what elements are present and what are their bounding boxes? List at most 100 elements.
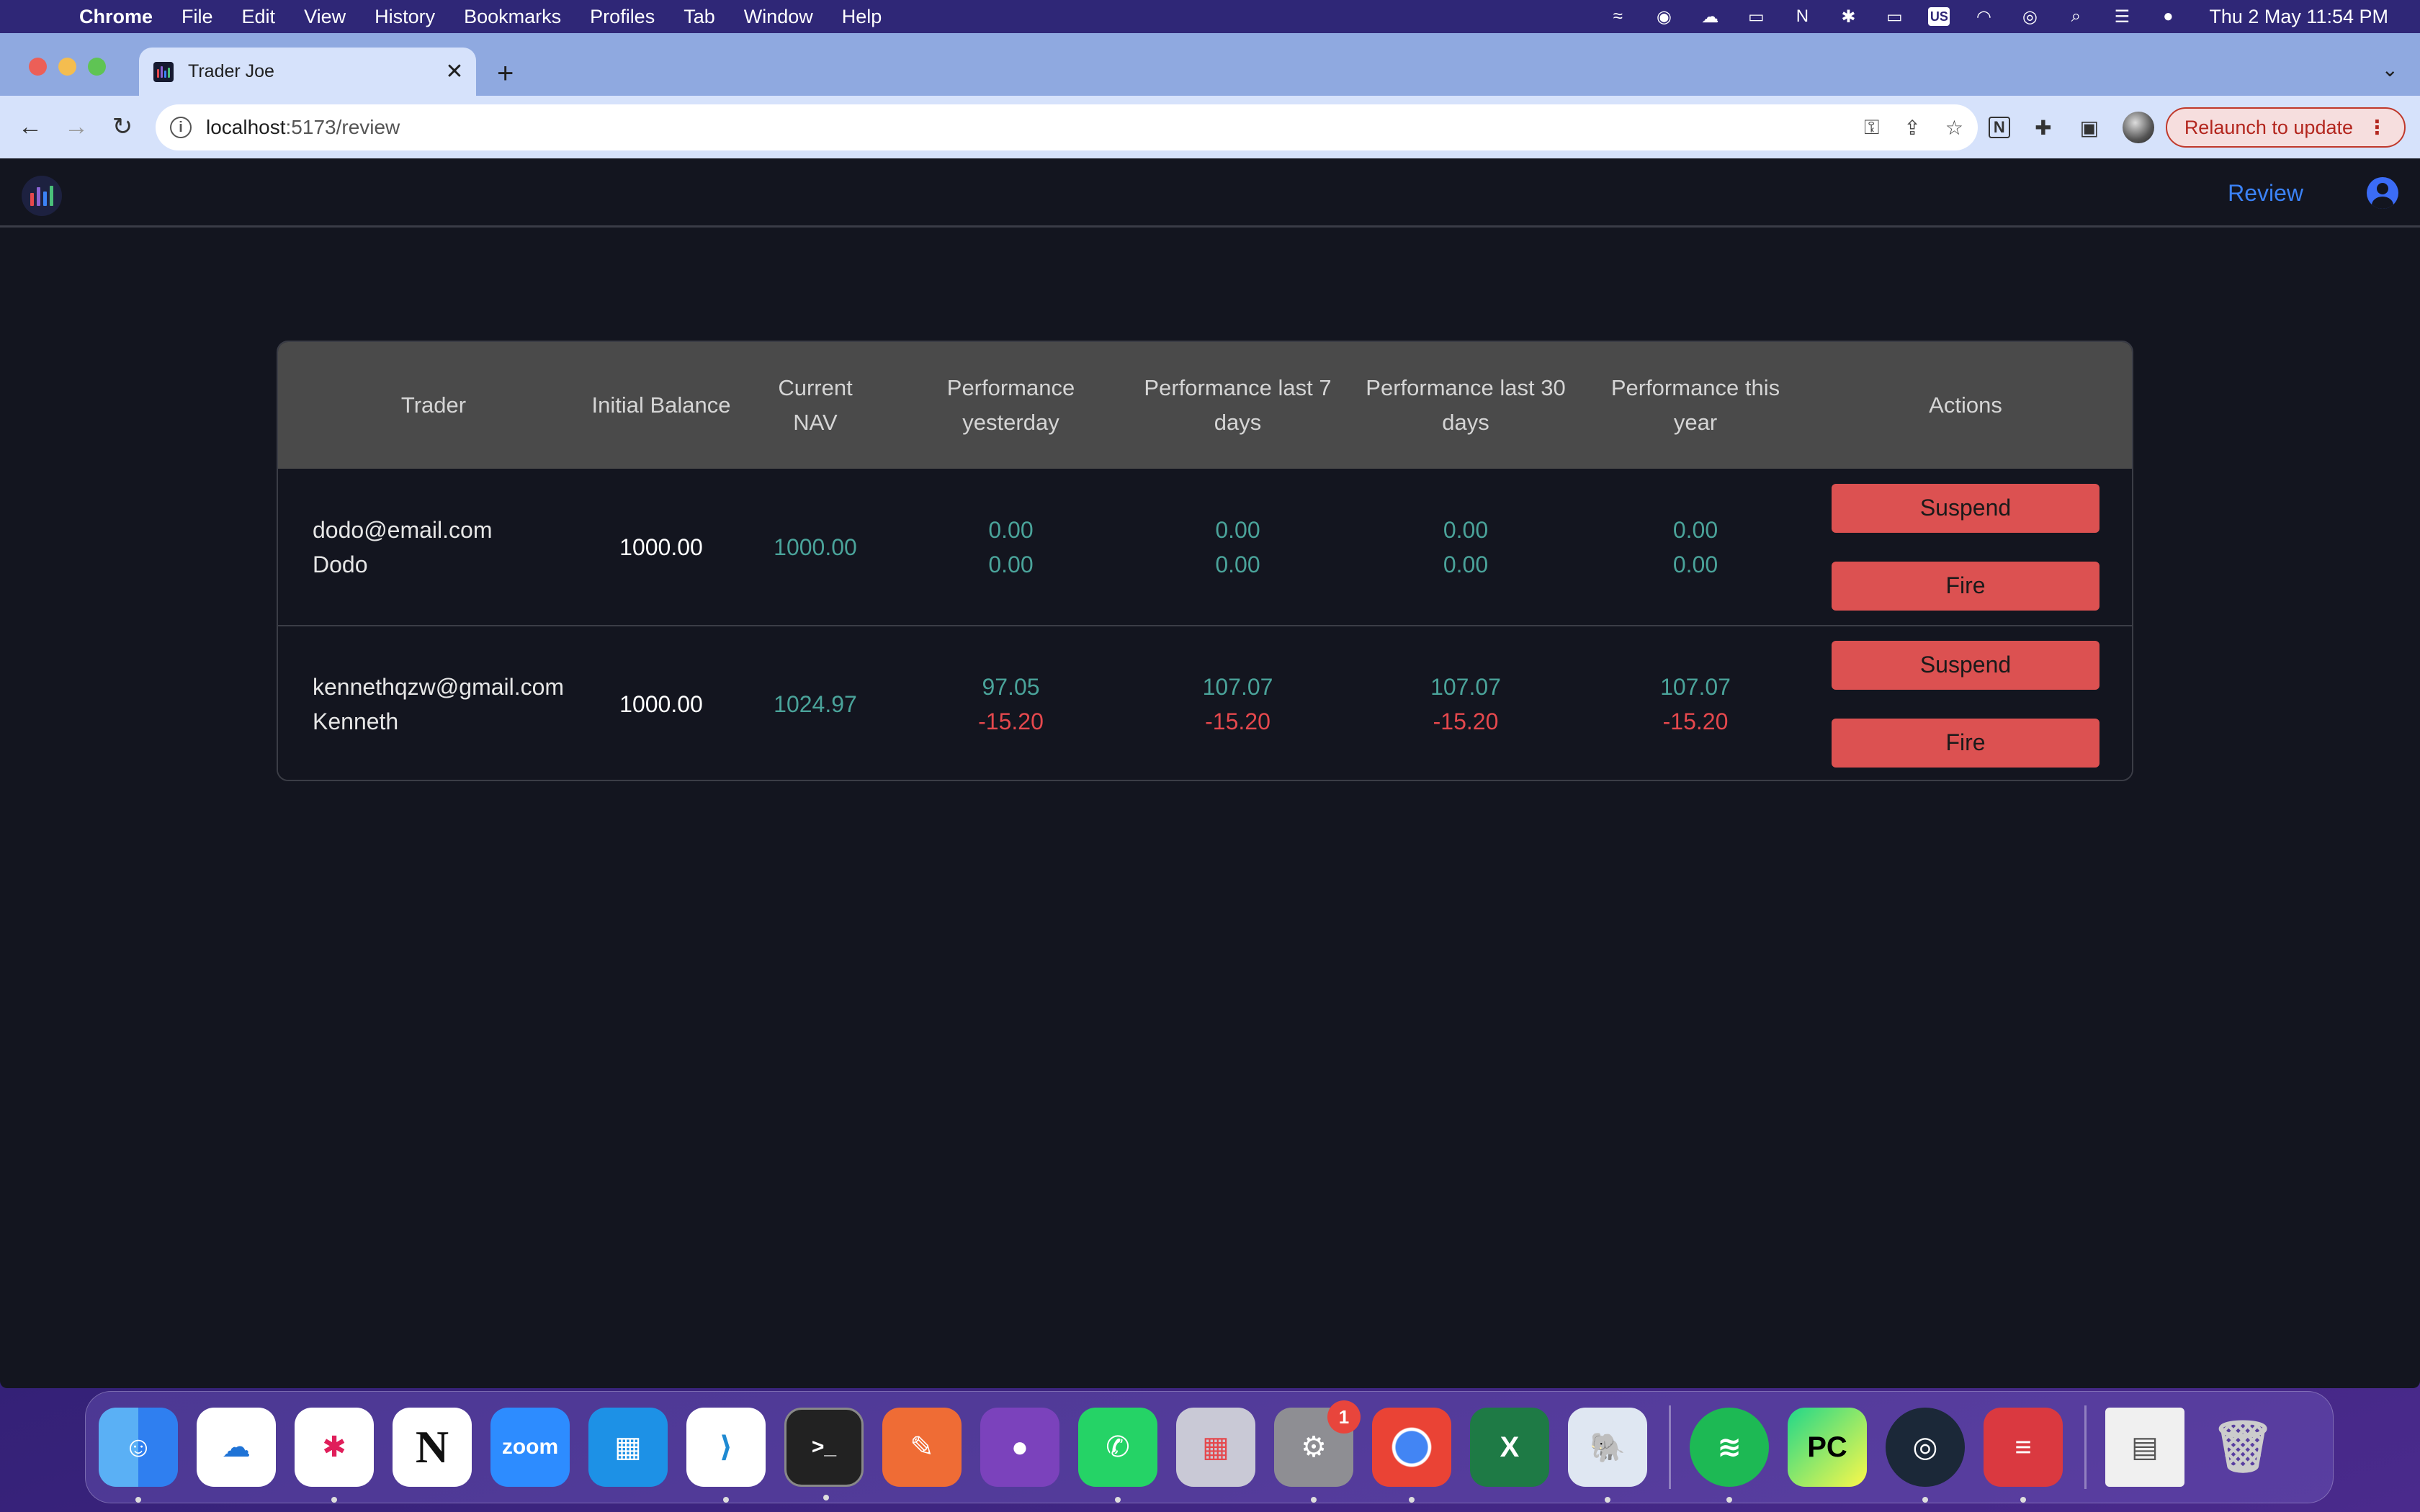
current-nav-value: 1000.00 [774,534,857,560]
initial-balance-value: 1000.00 [619,690,703,717]
trash-icon[interactable]: 🗑 [2203,1408,2282,1487]
menu-history[interactable]: History [375,6,435,28]
menubar-status-area: ≈ ◉ ☁ ▭ N ✱ ▭ US ◠ ◎ ⌕ ☰ ● Thu 2 May 11:… [1584,0,2388,33]
spotify-icon[interactable]: ≋ [1690,1408,1769,1503]
notion-icon[interactable]: N [393,1408,472,1487]
profile-avatar[interactable] [2122,112,2154,143]
recording-icon[interactable]: ◉ [1652,7,1676,27]
trader-email: dodo@email.com [313,516,493,543]
menu-bookmarks[interactable]: Bookmarks [464,6,561,28]
minimize-window-button[interactable] [58,58,76,76]
user-switch-icon[interactable]: ◎ [2017,7,2042,27]
actions-cell: Suspend Fire [1811,640,2120,768]
suspend-button[interactable]: Suspend [1832,483,2099,533]
postman-icon[interactable]: ✎ [882,1408,962,1487]
fire-button[interactable]: Fire [1832,718,2099,768]
perf-yesterday-cell: 97.05 -15.20 [897,670,1124,739]
notion-menubar-icon[interactable]: N [1790,6,1814,26]
menu-help[interactable]: Help [842,6,882,28]
wifi-icon[interactable]: ◠ [1971,7,1996,27]
address-bar-actions: ⚿ ⇪ ☆ [1839,104,1963,150]
system-settings-icon[interactable]: ⚙ 1 [1274,1400,1361,1503]
toolbar-right: N ✚ ▣ Relaunch to update ⋮ [1988,106,2406,149]
pgadmin-icon[interactable]: 🐘 [1568,1408,1647,1503]
menu-edit[interactable]: Edit [242,6,276,28]
launchpad-icon[interactable]: ▦ [1176,1408,1255,1487]
menu-tab[interactable]: Tab [684,6,715,28]
chrome-icon[interactable] [1372,1408,1451,1503]
cloud-icon[interactable]: ☁ [1698,7,1722,27]
menu-file[interactable]: File [182,6,213,28]
finder-icon[interactable]: ☺ [99,1408,178,1503]
spotlight-search-icon[interactable]: ⌕ [2063,6,2088,26]
share-icon[interactable]: ⇪ [1904,116,1920,140]
terminal-icon[interactable]: >_ [784,1408,864,1500]
pycharm-icon[interactable]: PC [1788,1408,1867,1487]
steam-icon[interactable]: ◎ [1886,1408,1965,1503]
reload-icon[interactable]: ↻ [108,112,137,141]
address-bar[interactable]: i localhost:5173/review ⚿ ⇪ ☆ [156,104,1978,150]
control-center-icon[interactable]: ☰ [2110,7,2134,27]
forward-arrow-icon[interactable]: → [62,112,91,141]
trader-name: Kenneth [313,708,399,734]
suspend-button[interactable]: Suspend [1832,640,2099,690]
column-header-actions: Actions [1929,392,2002,418]
github-desktop-icon[interactable]: ● [980,1408,1059,1487]
current-nav-value: 1024.97 [774,690,857,717]
perf-value: 0.00 [988,551,1034,577]
tab-search-chevron-icon[interactable]: ⌄ [2382,58,2398,81]
perf-yesterday-cell: 0.00 0.00 [897,513,1124,582]
relaunch-label: Relaunch to update [2184,116,2353,138]
bookmark-star-icon[interactable]: ☆ [1945,116,1963,140]
key-icon[interactable]: ⚿ [1864,116,1879,140]
whatsapp-icon[interactable]: ✆ [1078,1408,1157,1503]
perf-value: 0.00 [1443,551,1489,577]
expressvpn-icon[interactable]: ≡ [1984,1408,2063,1503]
close-window-button[interactable] [29,58,47,76]
new-tab-icon[interactable]: + [497,59,514,88]
menu-profiles[interactable]: Profiles [590,6,655,28]
column-header-current-nav: Current NAV [778,375,853,435]
perf-value: 0.00 [1215,551,1260,577]
relaunch-to-update-button[interactable]: Relaunch to update ⋮ [2165,107,2406,148]
notion-extension-icon[interactable]: N [1988,117,2010,138]
documents-stack-icon[interactable]: ▤ [2105,1408,2184,1487]
trader-cell: kennethqzw@gmail.com Kenneth [278,670,589,739]
zoom-icon[interactable]: zoom [490,1408,570,1487]
site-info-icon[interactable]: i [170,117,192,138]
url-path: :5173/review [285,116,400,138]
perf-value: -15.20 [1433,708,1499,734]
excel-icon[interactable]: X [1470,1408,1549,1487]
siri-icon[interactable]: ● [2156,6,2180,26]
scroll-icon[interactable]: ≈ [1605,6,1630,26]
slack-icon[interactable]: ✱ [295,1408,374,1503]
menubar-clock[interactable]: Thu 2 May 11:54 PM [2209,6,2388,28]
onedrive-icon[interactable]: ☁ [197,1408,276,1487]
nav-link-review[interactable]: Review [2228,180,2303,207]
menu-window[interactable]: Window [744,6,813,28]
browser-toolbar: ← → ↻ i localhost:5173/review ⚿ ⇪ ☆ N ✚ … [0,96,2420,158]
input-source-icon[interactable]: US [1928,7,1950,26]
back-arrow-icon[interactable]: ← [16,112,45,141]
screen-mirror-icon[interactable]: ▭ [1744,7,1768,27]
perf-value: 0.00 [1672,551,1718,577]
zoom-window-button[interactable] [88,58,106,76]
battery-icon[interactable]: ▭ [1882,7,1906,27]
browser-tab-active[interactable]: Trader Joe ✕ [139,48,476,96]
perf-value: 107.07 [1660,673,1731,700]
extensions-puzzle-icon[interactable]: ✚ [2030,114,2056,140]
menu-app-name[interactable]: Chrome [79,6,153,28]
docker-icon[interactable]: ▦ [588,1408,668,1487]
fire-button[interactable]: Fire [1832,561,2099,611]
column-header-initial-balance: Initial Balance [591,392,731,418]
user-account-icon[interactable] [2367,177,2398,209]
tab-close-icon[interactable]: ✕ [440,59,469,84]
vscode-icon[interactable]: ⟩ [686,1408,766,1503]
app-logo-icon[interactable] [22,176,62,216]
bluetooth-icon[interactable]: ✱ [1836,7,1860,27]
perf-value: 107.07 [1430,673,1501,700]
menu-view[interactable]: View [304,6,346,28]
side-panel-icon[interactable]: ▣ [2076,114,2102,140]
more-menu-icon: ⋮ [2367,116,2387,138]
column-header-perf-year: Performance this year [1610,375,1780,435]
